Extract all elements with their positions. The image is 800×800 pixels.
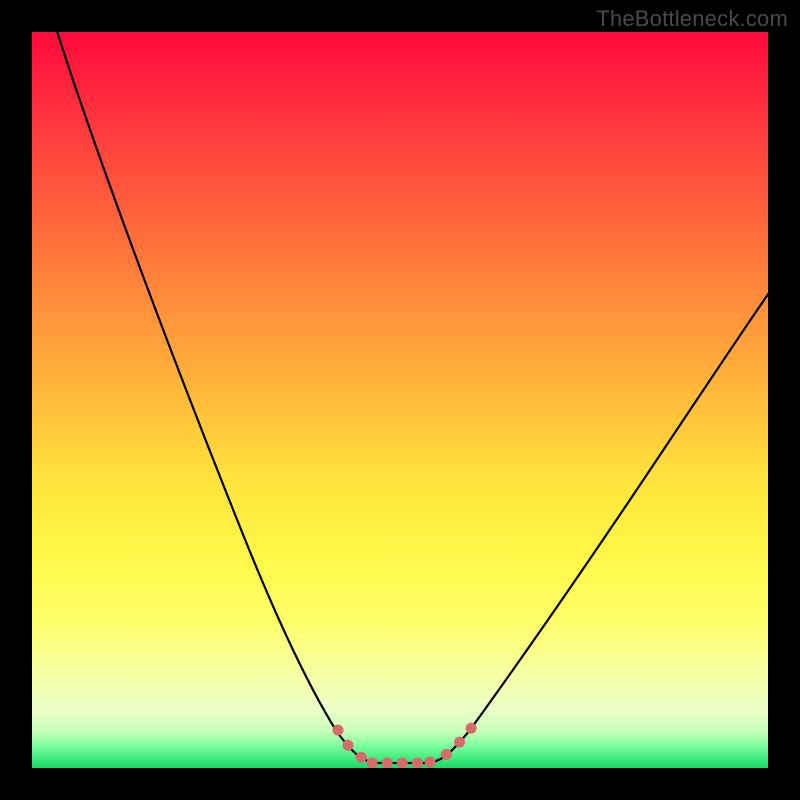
- plot-area: [32, 32, 768, 768]
- chart-frame: TheBottleneck.com: [0, 0, 800, 800]
- bottleneck-curve-svg: [32, 32, 768, 768]
- watermark-text: TheBottleneck.com: [596, 6, 788, 32]
- bottleneck-curve-line: [54, 32, 768, 763]
- optimal-zone-dots-right: [430, 727, 472, 762]
- optimal-zone-dots-left: [338, 730, 372, 762]
